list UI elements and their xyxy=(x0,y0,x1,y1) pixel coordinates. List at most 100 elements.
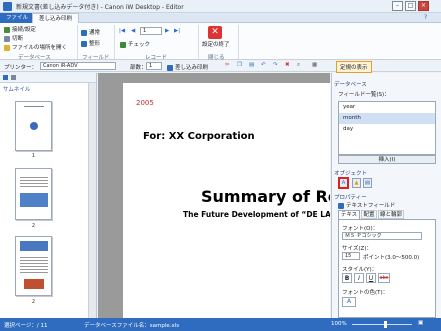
field-item-year[interactable]: year xyxy=(339,102,435,113)
image-field-object-button[interactable]: ▲ xyxy=(352,178,361,188)
zoom-icon[interactable]: ⌕ xyxy=(297,62,300,69)
separator xyxy=(238,25,239,59)
tab-merge-print[interactable]: 差し込み印刷 xyxy=(32,13,80,23)
app-icon xyxy=(3,2,12,11)
page-thumbnail-3[interactable] xyxy=(15,236,52,296)
font-label: フォント(O)： xyxy=(342,226,379,232)
thumbnail-scrollbar[interactable] xyxy=(88,83,96,318)
window-title: 新規文書(差し込みデータ付き) - Canon iW Desktop - Edi… xyxy=(16,4,184,11)
maximize-button[interactable]: □ xyxy=(405,1,416,11)
connect-button[interactable]: 接続/設定 xyxy=(4,25,36,33)
delete-icon[interactable]: ✖ xyxy=(285,62,290,68)
thumbnail-pane: サムネイル 1 2 2 xyxy=(0,73,97,318)
tab-placement[interactable]: 配置 xyxy=(361,210,377,219)
field-list[interactable]: year month day xyxy=(338,101,436,155)
thumb-image xyxy=(20,193,48,207)
paste-icon[interactable]: ▤ xyxy=(249,62,254,68)
summary-heading[interactable]: Summary of Rese xyxy=(201,187,330,206)
prev-record-button[interactable]: ◀ xyxy=(131,28,135,34)
company-text[interactable]: For: XX Corporation xyxy=(143,131,255,142)
properties-pane: データベース フィールド一覧(S)： year month day 挿入(I) … xyxy=(331,73,441,318)
page-thumbnail-1[interactable] xyxy=(15,101,52,151)
printer-select[interactable]: Canon iR-ADV xyxy=(40,62,116,70)
database-header: データベース xyxy=(334,82,367,88)
record-number-input[interactable]: 1 xyxy=(140,27,162,35)
thumb-chart xyxy=(24,279,44,289)
fit-page-icon[interactable]: ▣ xyxy=(418,320,423,326)
copies-label: 部数： xyxy=(130,65,147,71)
tab-file[interactable]: ファイル xyxy=(0,13,35,23)
zoom-slider-thumb[interactable] xyxy=(384,321,387,328)
thumb-line xyxy=(24,106,44,107)
thumb-text xyxy=(20,175,48,189)
list-view-icon[interactable] xyxy=(11,75,16,80)
zoom-level: 100% xyxy=(331,321,347,327)
page-number: 1 xyxy=(31,153,36,159)
thumb-text xyxy=(20,255,48,275)
thumbnail-view-icon[interactable] xyxy=(3,75,8,80)
tab-text[interactable]: テキスト xyxy=(338,210,360,226)
format-field-button[interactable]: 整形 xyxy=(81,39,100,47)
zoom-slider[interactable] xyxy=(352,324,412,325)
print-toolbar: プリンター： Canon iR-ADV 部数： 1 差し込み印刷 ✂ ❐ ▤ ↶… xyxy=(0,61,441,73)
show-ruler-button[interactable]: 定規の表示 xyxy=(336,61,372,73)
ribbon: 接続/設定 切断 ファイルの場所を開く データベース 通常 整形 フィールド |… xyxy=(0,23,441,61)
disconnect-icon xyxy=(4,35,10,42)
disconnect-button[interactable]: 切断 xyxy=(4,34,23,42)
check-icon xyxy=(120,41,126,48)
field-item-day[interactable]: day xyxy=(339,124,435,135)
size-range-label: ポイント(3.0〜500.0) xyxy=(363,255,420,261)
group-field-label: フィールド xyxy=(82,55,110,61)
grid-icon[interactable]: ▦ xyxy=(312,62,317,68)
ribbon-tabs: ファイル 差し込み印刷 ? xyxy=(0,13,441,23)
size-input[interactable]: 15 xyxy=(342,252,360,260)
copy-icon[interactable]: ❐ xyxy=(237,62,242,68)
separator xyxy=(114,25,115,59)
strikethrough-button[interactable]: abc xyxy=(378,273,390,283)
folder-icon xyxy=(4,44,10,51)
bold-button[interactable]: B xyxy=(342,273,352,283)
font-select[interactable]: ＭＳ Ｐゴシック xyxy=(342,232,422,240)
redo-icon[interactable]: ↷ xyxy=(273,62,278,68)
merge-print-button[interactable]: 差し込み印刷 xyxy=(167,63,208,71)
property-panel: フォント(O)： ＭＳ Ｐゴシック サイズ(Z)： 15 ポイント(3.0〜50… xyxy=(338,219,436,318)
connect-icon xyxy=(4,26,10,33)
font-color-button[interactable]: A xyxy=(342,297,356,307)
barcode-object-button[interactable]: ▤ xyxy=(363,178,372,188)
stop-settings-icon[interactable]: ✕ xyxy=(208,26,222,39)
thumbnail-title: サムネイル xyxy=(3,87,31,93)
underline-button[interactable]: U xyxy=(366,273,376,283)
text-field-object-button[interactable]: A xyxy=(338,177,349,189)
italic-button[interactable]: I xyxy=(354,273,364,283)
help-icon[interactable]: ? xyxy=(424,14,427,21)
normal-field-button[interactable]: 通常 xyxy=(81,28,100,36)
check-button[interactable]: チェック xyxy=(120,40,150,48)
first-record-button[interactable]: |◀ xyxy=(119,28,125,34)
thumb-logo xyxy=(30,122,38,130)
normal-field-icon xyxy=(81,29,87,36)
stop-settings-button[interactable]: 設定の終了 xyxy=(202,40,230,48)
text-field-property: テキストフィールド xyxy=(338,201,395,209)
close-button[interactable]: × xyxy=(418,1,429,11)
page-number: 2 xyxy=(31,223,36,229)
document-page[interactable]: 2005 For: XX Corporation Summary of Rese… xyxy=(123,83,330,318)
open-file-location-button[interactable]: ファイルの場所を開く xyxy=(4,43,67,51)
cut-icon[interactable]: ✂ xyxy=(225,62,230,68)
page-number: 2 xyxy=(31,299,36,305)
undo-icon[interactable]: ↶ xyxy=(261,62,266,68)
subheading[interactable]: The Future Development of “DE LA C xyxy=(183,210,330,219)
page-thumbnail-2[interactable] xyxy=(15,168,52,220)
field-item-month[interactable]: month xyxy=(339,113,435,124)
size-label: サイズ(Z)： xyxy=(342,246,372,252)
insert-button[interactable]: 挿入(I) xyxy=(338,155,436,164)
copies-input[interactable]: 1 xyxy=(146,62,162,70)
tab-line-outline[interactable]: 線と輪郭 xyxy=(378,210,404,219)
title-bar: 新規文書(差し込みデータ付き) - Canon iW Desktop - Edi… xyxy=(0,0,441,13)
font-color-label: フォントの色(T)： xyxy=(342,290,389,296)
thumb-image xyxy=(20,241,48,251)
next-record-button[interactable]: ▶ xyxy=(165,28,169,34)
last-record-button[interactable]: ▶| xyxy=(174,28,180,34)
year-field[interactable]: 2005 xyxy=(136,99,154,107)
print-icon xyxy=(167,64,173,71)
minimize-button[interactable]: – xyxy=(392,1,403,11)
